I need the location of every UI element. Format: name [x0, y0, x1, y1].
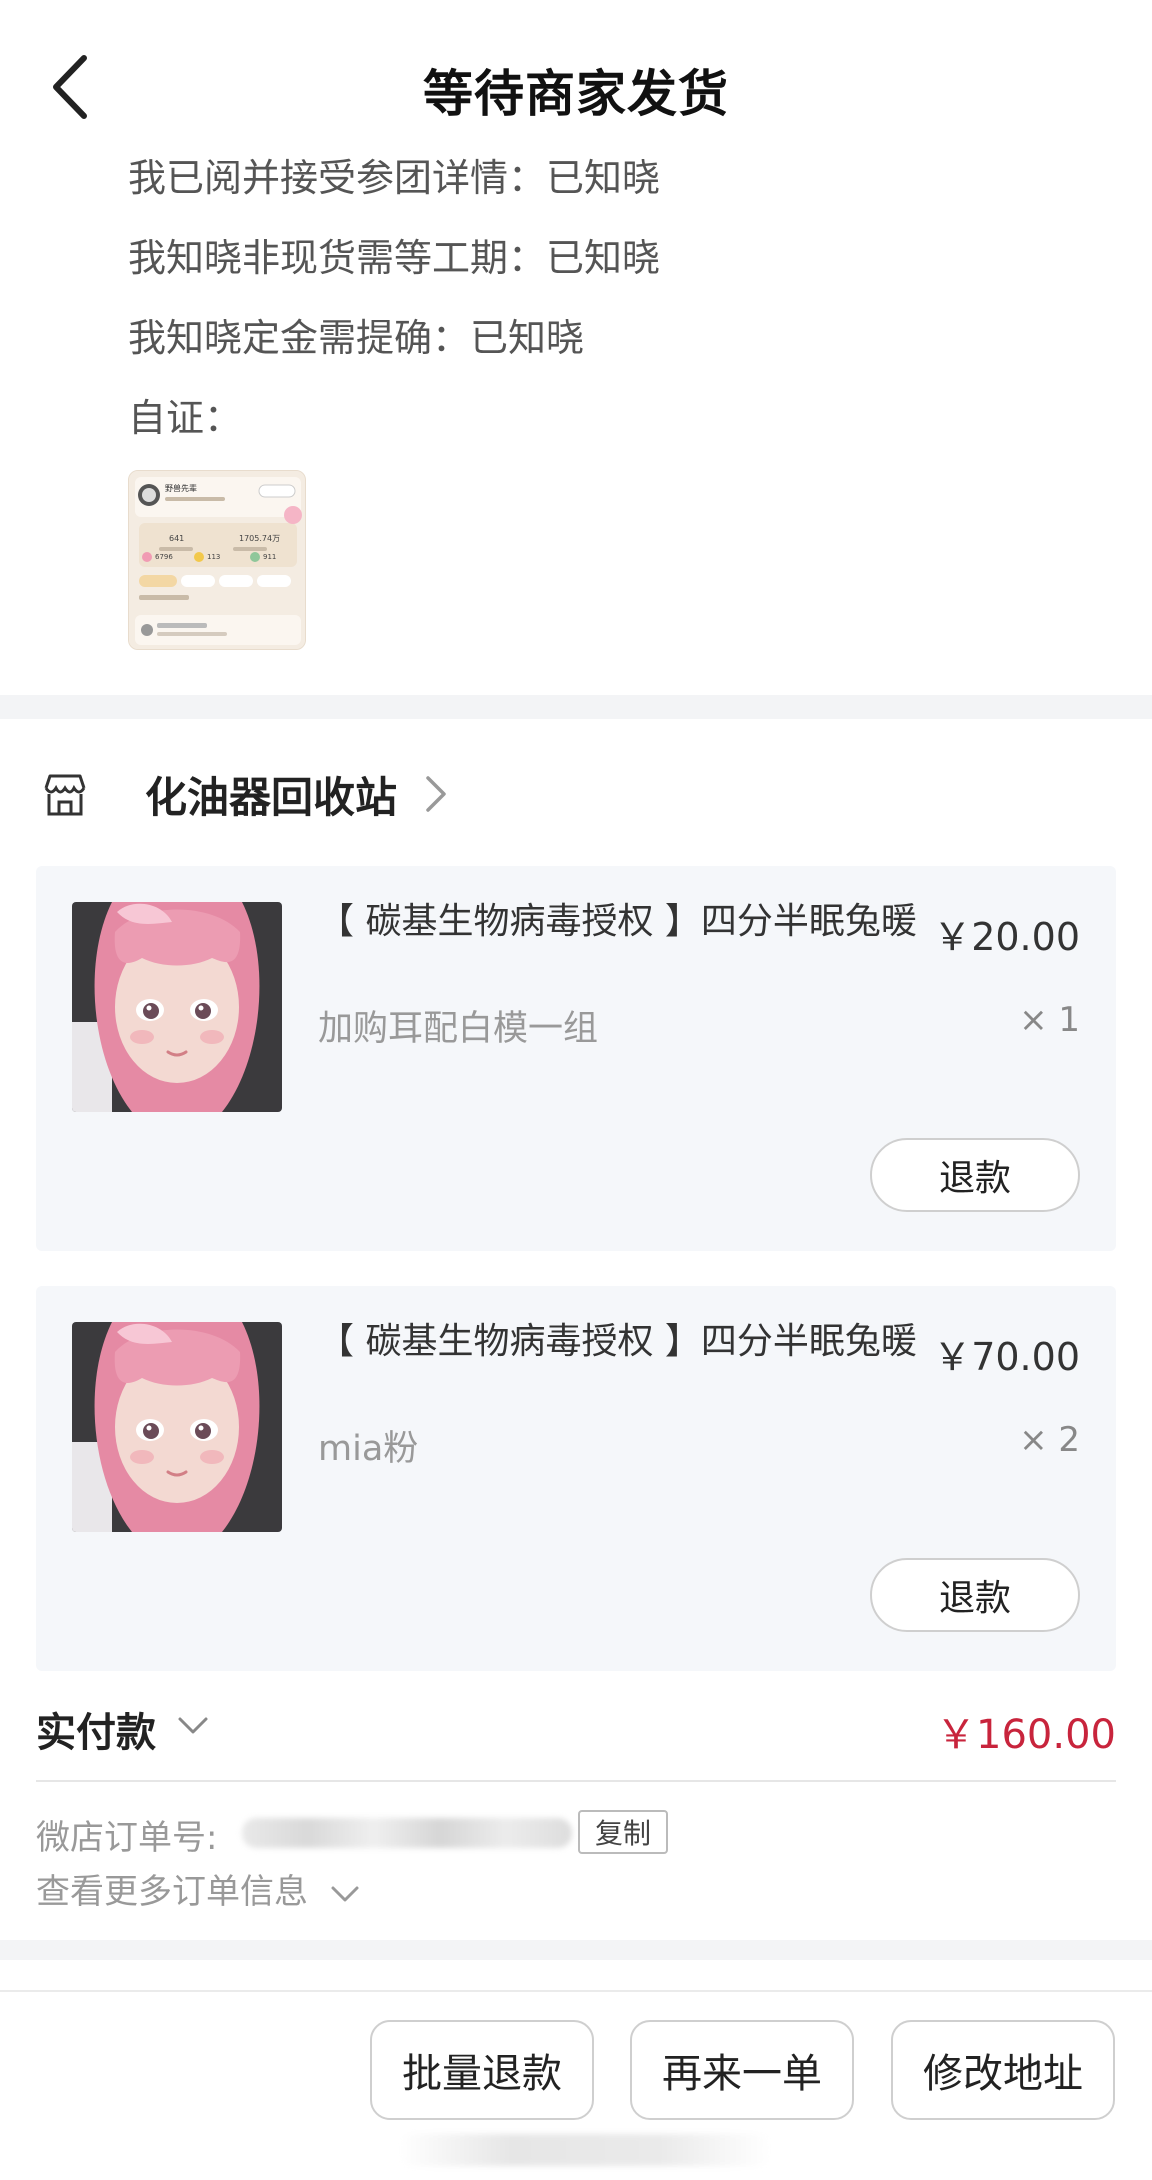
header-bar: 等待商家发货 — [0, 0, 1152, 170]
proof-stat-a: 6796 — [155, 553, 173, 561]
payment-label: 实付款 — [36, 1710, 156, 1756]
store-icon — [44, 774, 86, 816]
product-image[interactable] — [72, 902, 282, 1112]
refund-button[interactable]: 退款 — [870, 1558, 1080, 1632]
modify-address-button[interactable]: 修改地址 — [891, 2020, 1115, 2120]
doll-portrait-graphic — [72, 902, 282, 1112]
proof-image[interactable]: 野兽先辈 641 1705.74万 6796 113 911 — [128, 470, 306, 650]
proof-label: 自证： — [128, 396, 243, 440]
order-notes: 我已阅并接受参团详情：已知晓 我知晓非现货需等工期：已知晓 我知晓定金需提确：已… — [128, 150, 1028, 460]
item-spec: 加购耳配白模一组 — [318, 1009, 599, 1049]
proof-stat-right: 1705.74万 — [239, 534, 280, 543]
item-price: ￥70.00 — [933, 1335, 1080, 1379]
proof-screenshot-graphic: 野兽先辈 641 1705.74万 6796 113 911 — [129, 471, 305, 649]
item-quantity: × 2 — [1019, 1420, 1080, 1460]
batch-refund-button[interactable]: 批量退款 — [370, 2020, 594, 2120]
chevron-right-icon — [426, 776, 446, 812]
reorder-button[interactable]: 再来一单 — [630, 2020, 854, 2120]
note-line: 我已阅并接受参团详情：已知晓 — [128, 156, 661, 200]
more-order-info-link[interactable]: 查看更多订单信息 — [36, 1864, 361, 1913]
divider — [0, 1990, 1152, 1992]
more-order-info-label: 查看更多订单信息 — [36, 1872, 308, 1912]
product-image[interactable] — [72, 1322, 282, 1532]
payment-amount: ￥160.00 — [936, 1712, 1116, 1758]
shop-link[interactable]: 化油器回收站 — [0, 760, 1152, 830]
doll-portrait-graphic — [72, 1322, 282, 1532]
note-line: 我知晓非现货需等工期：已知晓 — [128, 236, 661, 280]
proof-name: 野兽先辈 — [165, 483, 197, 493]
section-divider — [0, 695, 1152, 719]
chevron-down-icon — [331, 1886, 359, 1901]
order-item-card: 【 碳基生物病毒授权 】四分半眠兔暖 加购耳配白模一组 ￥20.00 × 1 退… — [36, 866, 1116, 1251]
item-spec: mia粉 — [318, 1429, 419, 1469]
copy-button[interactable]: 复制 — [578, 1810, 668, 1854]
item-title: 【 碳基生物病毒授权 】四分半眠兔暖 — [318, 901, 917, 942]
order-number-label: 微店订单号: — [36, 1818, 218, 1858]
item-quantity: × 1 — [1019, 1000, 1080, 1040]
refund-button[interactable]: 退款 — [870, 1138, 1080, 1212]
order-item-card: 【 碳基生物病毒授权 】四分半眠兔暖 mia粉 ￥70.00 × 2 退款 — [36, 1286, 1116, 1671]
note-line: 我知晓定金需提确：已知晓 — [128, 316, 585, 360]
proof-stat-c: 911 — [263, 553, 276, 561]
payment-row[interactable]: 实付款 ￥160.00 — [36, 1696, 1116, 1758]
chevron-down-icon — [178, 1717, 208, 1734]
page-title: 等待商家发货 — [423, 65, 729, 123]
order-number-row: 微店订单号: 复制 — [36, 1806, 1116, 1858]
shop-name: 化油器回收站 — [145, 773, 398, 822]
proof-stat-b: 113 — [207, 553, 220, 561]
bottom-indicator — [400, 2134, 770, 2166]
item-title: 【 碳基生物病毒授权 】四分半眠兔暖 — [318, 1321, 917, 1362]
order-number-redacted — [242, 1818, 572, 1848]
item-price: ￥20.00 — [933, 915, 1080, 959]
divider — [36, 1780, 1116, 1782]
section-divider — [0, 1940, 1152, 1960]
proof-stat-left: 641 — [169, 534, 184, 543]
